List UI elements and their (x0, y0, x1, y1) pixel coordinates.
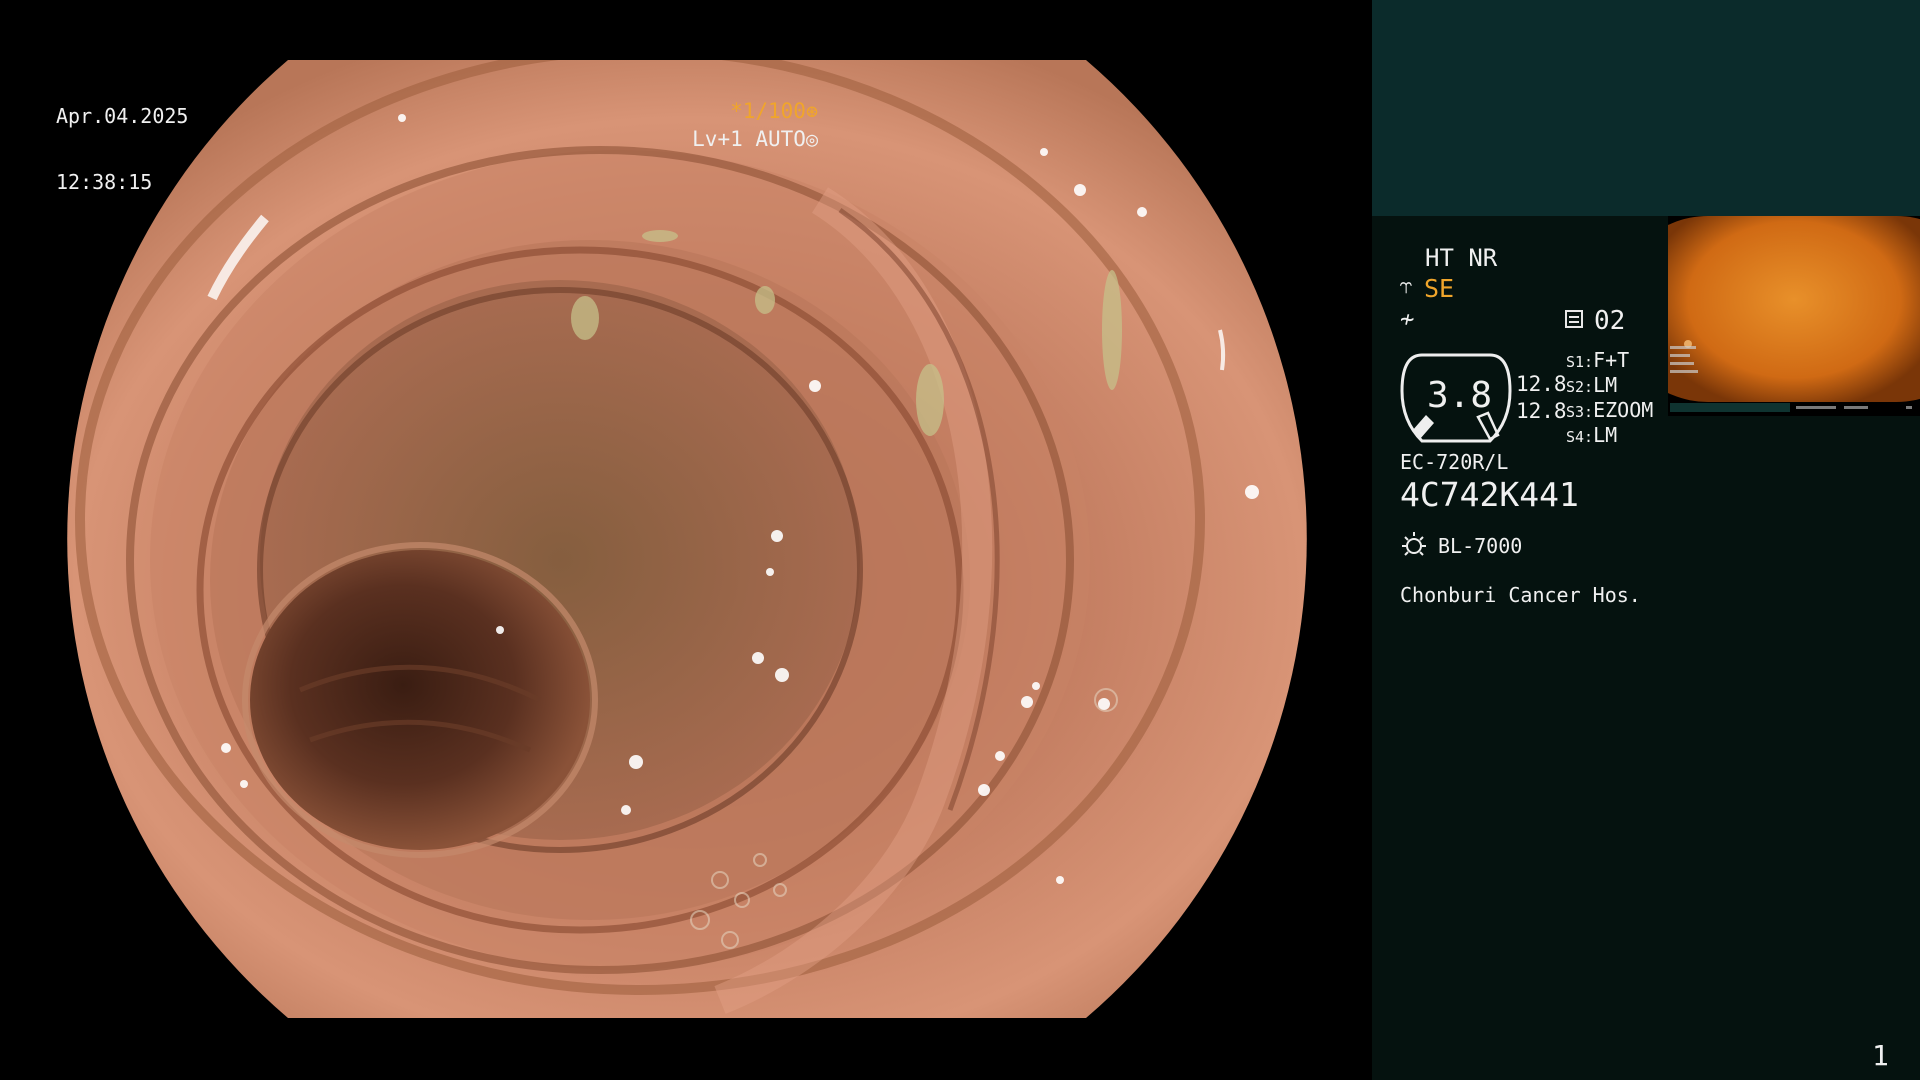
light-source-model: BL-7000 (1438, 534, 1523, 558)
endoscope-image (67, 60, 1307, 1018)
gauge-value: 3.8 (1427, 375, 1493, 416)
info-panel: HT NR ⥾ SE ≁ 02 3.8 12.8 12.8 S1:F+T S2:… (1372, 0, 1920, 1080)
endoscope-view: Apr.04.2025 12:38:15 *1/100⊛ Lv+1 AUTO◎ (0, 0, 1372, 1080)
scope-switch-2: S2:LM (1566, 373, 1618, 397)
page-number: 1 (1872, 1039, 1889, 1072)
time-text: 12:38:15 (56, 170, 153, 194)
scope-switch-3: S3:EZOOM (1566, 398, 1654, 422)
light-source-icon (1402, 532, 1426, 556)
color-enhance-icon: ≁ (1400, 305, 1415, 333)
readout-2: 12.8 (1516, 399, 1567, 423)
endoscopy-monitor: Apr.04.2025 12:38:15 *1/100⊛ Lv+1 AUTO◎ … (0, 0, 1920, 1080)
thumbnail-caption-bar (1670, 403, 1790, 412)
scope-switch-1: S1:F+T (1566, 348, 1630, 372)
structure-enhance-icon: ⥾ (1400, 274, 1413, 299)
scope-switch-4: S4:LM (1566, 423, 1618, 447)
shutter-indicator: *1/100⊛ (730, 101, 818, 122)
preset-value: 02 (1594, 306, 1626, 336)
enhancement-mode: HT NR (1425, 244, 1498, 272)
hospital-name: Chonburi Cancer Hos. (1400, 583, 1641, 607)
structure-mode-label: SE (1424, 274, 1455, 303)
thumbnail-image (1668, 216, 1920, 409)
level-text: Lv+1 AUTO (692, 127, 806, 151)
scope-model: EC-720R/L (1400, 450, 1509, 474)
capture-thumbnail[interactable] (1668, 216, 1920, 416)
scope-serial: 4C742K441 (1400, 475, 1579, 514)
shutter-text: *1/100 (730, 99, 806, 123)
panel-header-band (1372, 0, 1920, 216)
date-time-display: Apr.04.2025 12:38:15 (56, 66, 188, 238)
preset-list-icon (1565, 310, 1583, 328)
aperture-icon: ⊛ (805, 99, 818, 123)
date-text: Apr.04.2025 (56, 104, 189, 128)
iris-icon: ◎ (805, 127, 818, 151)
readout-1: 12.8 (1516, 372, 1567, 396)
brightness-level-indicator: Lv+1 AUTO◎ (692, 129, 818, 150)
